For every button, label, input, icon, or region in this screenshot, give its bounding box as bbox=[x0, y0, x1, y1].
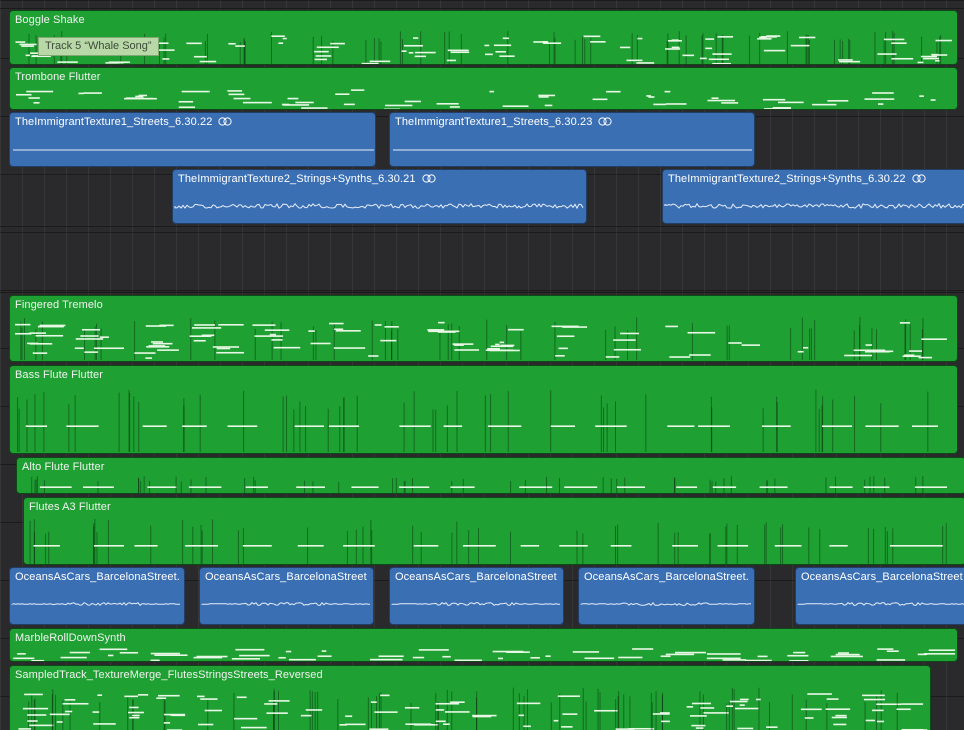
region-name: Fingered Tremelo bbox=[15, 299, 103, 311]
audio-waveform bbox=[391, 601, 560, 606]
region-oceans-2[interactable]: OceansAsCars_BarcelonaStreet bbox=[199, 567, 374, 625]
region-name: OceansAsCars_BarcelonaStreet. bbox=[584, 571, 749, 583]
region-flutes-a3-flutter[interactable]: Flutes A3 Flutter bbox=[23, 497, 964, 565]
region-fingered-tremelo[interactable]: Fingered Tremelo bbox=[9, 295, 958, 362]
region-trombone-flutter[interactable]: Trombone Flutter bbox=[9, 67, 958, 110]
region-name: Bass Flute Flutter bbox=[15, 369, 103, 381]
audio-waveform bbox=[580, 602, 751, 606]
region-name: MarbleRollDownSynth bbox=[15, 632, 126, 644]
region-oceans-3[interactable]: OceansAsCars_BarcelonaStreet bbox=[389, 567, 564, 625]
region-immigrant-strings-2[interactable]: TheImmigrantTexture2_Strings+Synths_6.30… bbox=[662, 169, 964, 224]
midi-notes bbox=[17, 389, 938, 452]
midi-notes bbox=[15, 317, 947, 360]
region-oceans-5[interactable]: OceansAsCars_BarcelonaStreet bbox=[795, 567, 964, 625]
region-bass-flute-flutter[interactable]: Bass Flute Flutter bbox=[9, 365, 958, 454]
region-name: Flutes A3 Flutter bbox=[29, 501, 111, 513]
region-name: TheImmigrantTexture2_Strings+Synths_6.30… bbox=[668, 172, 926, 186]
region-marble-roll-down-synth[interactable]: MarbleRollDownSynth bbox=[9, 628, 958, 662]
region-name: OceansAsCars_BarcelonaStreet. bbox=[15, 571, 180, 583]
lane-divider bbox=[0, 226, 964, 227]
region-name: TheImmigrantTexture1_Streets_6.30.23 bbox=[395, 115, 613, 129]
midi-notes bbox=[15, 89, 936, 109]
loop-icon bbox=[598, 117, 613, 126]
region-name: Trombone Flutter bbox=[15, 71, 101, 83]
region-name: Boggle Shake bbox=[15, 14, 85, 26]
loop-icon bbox=[911, 174, 926, 183]
region-name: TheImmigrantTexture1_Streets_6.30.22 bbox=[15, 115, 233, 129]
region-name: TheImmigrantTexture2_Strings+Synths_6.30… bbox=[178, 172, 436, 186]
lane-divider bbox=[0, 292, 964, 293]
midi-notes bbox=[13, 648, 955, 661]
midi-notes bbox=[29, 519, 947, 564]
region-immigrant-strings-1[interactable]: TheImmigrantTexture2_Strings+Synths_6.30… bbox=[172, 169, 587, 224]
region-sampled-track[interactable]: SampledTrack_TextureMerge_FlutesStringsS… bbox=[9, 665, 931, 730]
midi-notes bbox=[31, 476, 948, 493]
region-name: OceansAsCars_BarcelonaStreet bbox=[205, 571, 367, 583]
audio-waveform bbox=[393, 149, 752, 151]
audio-waveform bbox=[13, 149, 374, 151]
loop-icon bbox=[421, 174, 436, 183]
region-name: SampledTrack_TextureMerge_FlutesStringsS… bbox=[15, 669, 323, 681]
audio-waveform bbox=[174, 202, 584, 210]
region-name: OceansAsCars_BarcelonaStreet bbox=[395, 571, 557, 583]
audio-waveform bbox=[664, 202, 964, 210]
region-immigrant-streets-2[interactable]: TheImmigrantTexture1_Streets_6.30.23 bbox=[389, 112, 755, 167]
lane-divider bbox=[0, 8, 964, 9]
loop-icon bbox=[218, 117, 233, 126]
region-alto-flute-flutter[interactable]: Alto Flute Flutter bbox=[16, 457, 964, 494]
audio-waveform bbox=[11, 601, 180, 606]
region-name: OceansAsCars_BarcelonaStreet bbox=[801, 571, 963, 583]
region-oceans-4[interactable]: OceansAsCars_BarcelonaStreet. bbox=[578, 567, 755, 625]
help-tag-tooltip: Track 5 “Whale Song” bbox=[38, 37, 159, 56]
region-immigrant-streets-1[interactable]: TheImmigrantTexture1_Streets_6.30.22 bbox=[9, 112, 376, 167]
region-oceans-1[interactable]: OceansAsCars_BarcelonaStreet. bbox=[9, 567, 185, 625]
region-name: Alto Flute Flutter bbox=[22, 461, 105, 473]
tracks-area[interactable]: Boggle Shake Track 5 “Whale Song” Trombo… bbox=[0, 0, 964, 730]
midi-notes bbox=[18, 687, 928, 730]
audio-waveform bbox=[797, 601, 964, 606]
audio-waveform bbox=[201, 601, 370, 606]
